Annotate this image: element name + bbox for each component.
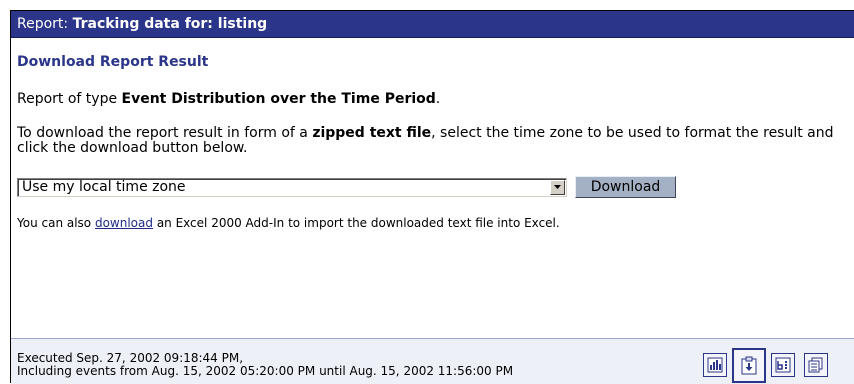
report-type-prefix: Report of type: [17, 91, 122, 107]
report-settings-icon[interactable]: [771, 353, 795, 377]
download-instructions: To download the report result in form of…: [17, 126, 843, 156]
addin-note: You can also download an Excel 2000 Add-…: [17, 216, 850, 230]
section-heading: Download Report Result: [17, 54, 209, 70]
bar-chart-icon[interactable]: [703, 353, 727, 377]
addin-prefix: You can also: [17, 216, 95, 230]
report-title-bar: Report: Tracking data for: listing: [11, 11, 854, 38]
download-button[interactable]: Download: [575, 176, 676, 198]
report-title-prefix: Report:: [17, 16, 73, 32]
report-title: Tracking data for: listing: [72, 16, 268, 32]
report-type-suffix: .: [435, 91, 441, 107]
timezone-select[interactable]: Use my local time zone: [17, 177, 567, 197]
report-type-name: Event Distribution over the Time Period: [121, 91, 436, 107]
dropdown-arrow-icon[interactable]: [550, 179, 565, 195]
timezone-select-value: Use my local time zone: [22, 178, 186, 195]
report-toolbar: [703, 348, 837, 384]
event-range: Including events from Aug. 15, 2002 05:2…: [17, 364, 514, 378]
report-content: Download Report Result Report of type Ev…: [11, 53, 854, 230]
instructions-prefix: To download the report result in form of…: [17, 125, 313, 141]
report-footer: Executed Sep. 27, 2002 09:18:44 PM, Incl…: [11, 338, 854, 384]
download-report-icon[interactable]: [732, 348, 766, 383]
execution-info: Executed Sep. 27, 2002 09:18:44 PM, Incl…: [17, 352, 513, 378]
report-type-line: Report of type Event Distribution over t…: [17, 92, 850, 107]
copy-report-icon[interactable]: [804, 353, 828, 377]
report-panel: Report: Tracking data for: listing Downl…: [10, 10, 854, 384]
download-controls: Use my local time zone Download: [17, 175, 850, 199]
addin-suffix: an Excel 2000 Add-In to import the downl…: [153, 216, 560, 230]
instructions-bold: zipped text file: [312, 125, 432, 141]
addin-download-link[interactable]: download: [95, 216, 153, 230]
